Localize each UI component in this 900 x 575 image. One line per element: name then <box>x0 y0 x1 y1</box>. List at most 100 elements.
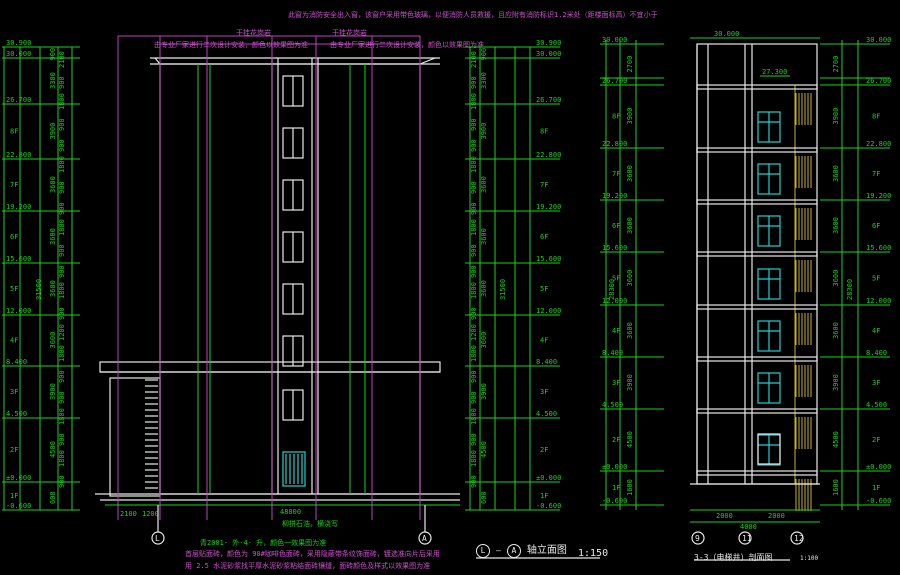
sec-floor-r: 1F <box>872 484 880 492</box>
level-label-left: 4.500 <box>6 410 27 418</box>
elevation-title-text: 轴立面图 <box>526 545 567 556</box>
sec-floor-r: 3F <box>872 379 880 387</box>
floor-slab <box>696 147 818 153</box>
axis-label-A: A <box>422 534 427 543</box>
sec-seg-l: 4500 <box>626 431 634 448</box>
sub-dim-left: 1800 <box>58 219 66 236</box>
parapet-corner <box>154 57 161 65</box>
drawing-svg: 30.900 30.000 26.700 22.800 19.200 15.600 12.0… <box>2 30 891 561</box>
bottom-note-3: 首层贴面砖，颜色为 90#咖啡色面砖，采用隐蔽带条纹饰面砖，镀选准向片后采用 <box>185 550 440 558</box>
sec-floor-r: 5F <box>872 275 880 283</box>
sub-dim-left: 1800 <box>58 93 66 110</box>
floor-label-right: 7F <box>540 181 548 189</box>
floor-label-left: 1F <box>10 492 18 500</box>
sec-floor-r: 6F <box>872 222 880 230</box>
seg-dim-left: 4500 <box>49 441 57 458</box>
sec-level-l: 8.400 <box>602 349 623 357</box>
sec-seg-r: 2700 <box>832 56 840 73</box>
seg-dim-left: 3900 <box>49 123 57 140</box>
bottom-dim-b: 1200 <box>142 510 159 518</box>
sub-dim-right: 900 <box>470 433 478 446</box>
sec-floor-l: 8F <box>612 113 620 121</box>
sec-floor-l: 1F <box>612 484 620 492</box>
bottom-dim-total: 48800 <box>280 508 301 516</box>
sec-level-r: 30.000 <box>866 36 891 44</box>
floor-label-left: 4F <box>10 337 18 345</box>
axis-label-L: L <box>155 534 160 543</box>
sub-dim-left: 1800 <box>58 450 66 467</box>
sub-dim-right: 900 <box>470 391 478 404</box>
floor-slab <box>696 470 818 476</box>
sec-level-l: 15.600 <box>602 244 627 252</box>
sub-dim-left: 900 <box>58 433 66 446</box>
sub-dim-left: 900 <box>58 139 66 152</box>
sec-axis-label: 9 <box>695 534 700 543</box>
sec-total-l: 28300 <box>608 279 616 300</box>
sec-level-r: 4.500 <box>866 401 887 409</box>
sec-level-r: 19.200 <box>866 192 891 200</box>
sub-dim-right: 900 <box>470 202 478 215</box>
sub-dim-left: 1800 <box>58 408 66 425</box>
level-label-left: 30.900 <box>6 39 31 47</box>
sec-seg-l: 3900 <box>626 108 634 125</box>
floor-label-right: 8F <box>540 128 548 136</box>
seg-dim-right: 3300 <box>480 72 488 89</box>
floor-label-left: 2F <box>10 446 18 454</box>
sec-seg-r: 4500 <box>832 431 840 448</box>
sub-dim-right: 1800 <box>470 93 478 110</box>
sec-level-r: 22.800 <box>866 140 891 148</box>
level-label-left: 12.000 <box>6 307 31 315</box>
level-label-right: 8.400 <box>536 358 557 366</box>
sec-seg-l: 2700 <box>626 56 634 73</box>
sec-floor-l: 2F <box>612 436 620 444</box>
floor-label-right: 1F <box>540 492 548 500</box>
sub-dim-right: 900 <box>470 76 478 89</box>
sec-base-a: 2000 <box>716 512 733 520</box>
sub-dim-left: 900 <box>58 391 66 404</box>
seg-dim-right: 4500 <box>480 441 488 458</box>
sec-axis-label: 12 <box>794 534 804 543</box>
sub-dim-right: 900 <box>470 475 478 488</box>
floor-label-right: 3F <box>540 388 548 396</box>
bottom-note-1: 柳拼石浩，横浇写 <box>282 520 338 528</box>
sec-level-r: -0.600 <box>866 497 891 505</box>
floor-slab <box>696 304 818 310</box>
sec-level-r: 15.600 <box>866 244 891 252</box>
floor-label-left: 7F <box>10 181 18 189</box>
seg-dim-right: 3900 <box>480 123 488 140</box>
sec-seg-l: 3600 <box>626 217 634 234</box>
level-label-right: 19.200 <box>536 203 561 211</box>
sec-floor-r: 4F <box>872 327 880 335</box>
floor-slab <box>696 408 818 414</box>
floor-slab <box>696 251 818 257</box>
sub-dim-right: 1200 <box>470 324 478 341</box>
floor-label-right: 2F <box>540 446 548 454</box>
floor-slab <box>696 84 818 90</box>
sec-level-r: ±0.000 <box>866 463 891 471</box>
sec-level-l: 30.000 <box>602 36 627 44</box>
level-label-right: 30.900 <box>536 39 561 47</box>
sec-level-l: 19.200 <box>602 192 627 200</box>
parapet-corner-r <box>419 57 436 65</box>
sub-dim-left: 900 <box>58 202 66 215</box>
seg-dim-left: 3600 <box>49 332 57 349</box>
level-label-right: ±0.000 <box>536 474 561 482</box>
level-label-right: 22.800 <box>536 151 561 159</box>
sec-top-dim-label: 30.000 <box>714 30 739 38</box>
seg-dim-left: 600 <box>49 491 57 504</box>
sub-dim-left: 1800 <box>58 282 66 299</box>
cad-drawing-canvas: { "colors":{"background":"#000000","dim"… <box>0 0 900 575</box>
sub-dim-right: 1800 <box>470 408 478 425</box>
level-label-left: 26.700 <box>6 96 31 104</box>
sub-dim-right: 1800 <box>470 219 478 236</box>
sub-dim-right: 1800 <box>470 282 478 299</box>
top-note: 此窗为消防安全出入窗，该窗户采用带色玻璃，以便消防人员救援，且应附有消防标识1.… <box>288 11 658 19</box>
level-label-right: -0.600 <box>536 502 561 510</box>
sec-floor-l: 6F <box>612 222 620 230</box>
sec-seg-r: 3600 <box>832 165 840 182</box>
level-label-left: -0.600 <box>6 502 31 510</box>
floor-slab <box>696 356 818 362</box>
seg-dim-right: 3600 <box>480 332 488 349</box>
section-title: 3-3（电梯井）剖面图 <box>694 553 773 562</box>
bottom-note-4: 用 2.5 水泥砂浆找平厚水泥砂浆粘结面砖镶缝，面砖颜色及样式以效果图为准 <box>185 562 431 570</box>
